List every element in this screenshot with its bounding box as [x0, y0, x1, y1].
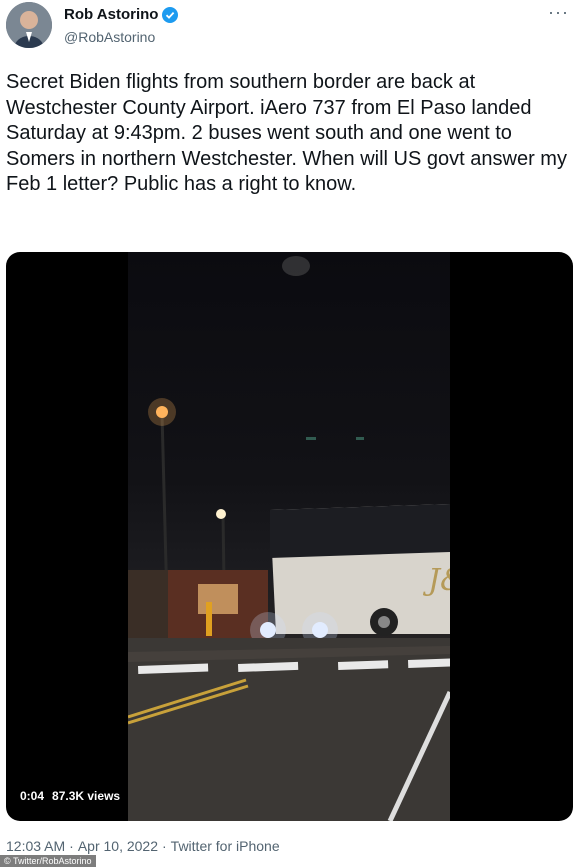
- video-player[interactable]: J& 0:04 87.3K views: [6, 252, 573, 821]
- video-frame[interactable]: J&: [128, 252, 450, 821]
- tweet-source: Twitter for iPhone: [170, 838, 280, 854]
- image-credit: © Twitter/RobAstorino: [0, 855, 96, 867]
- author-name[interactable]: Rob Astorino: [64, 6, 179, 23]
- avatar-image: [6, 2, 52, 48]
- avatar[interactable]: [6, 2, 52, 48]
- author-display-name: Rob Astorino: [64, 6, 159, 23]
- video-time: 0:04: [20, 789, 45, 803]
- verified-badge-icon: [162, 6, 179, 23]
- tweet-date[interactable]: Apr 10, 2022: [78, 838, 158, 854]
- video-views: 87.3K views: [52, 789, 121, 803]
- meta-separator: ·: [162, 838, 167, 854]
- tweet-text: Secret Biden flights from southern borde…: [6, 71, 567, 195]
- tweet-meta: 12:03 AM · Apr 10, 2022 · Twitter for iP…: [6, 838, 280, 854]
- video-scene: J&: [128, 256, 450, 821]
- video-stats-overlay: 0:04 87.3K views: [14, 786, 127, 806]
- author-handle[interactable]: @RobAstorino: [64, 29, 155, 45]
- tweet-time[interactable]: 12:03 AM: [6, 838, 65, 854]
- more-options-icon[interactable]: ···: [548, 2, 569, 23]
- meta-separator: ·: [69, 838, 74, 854]
